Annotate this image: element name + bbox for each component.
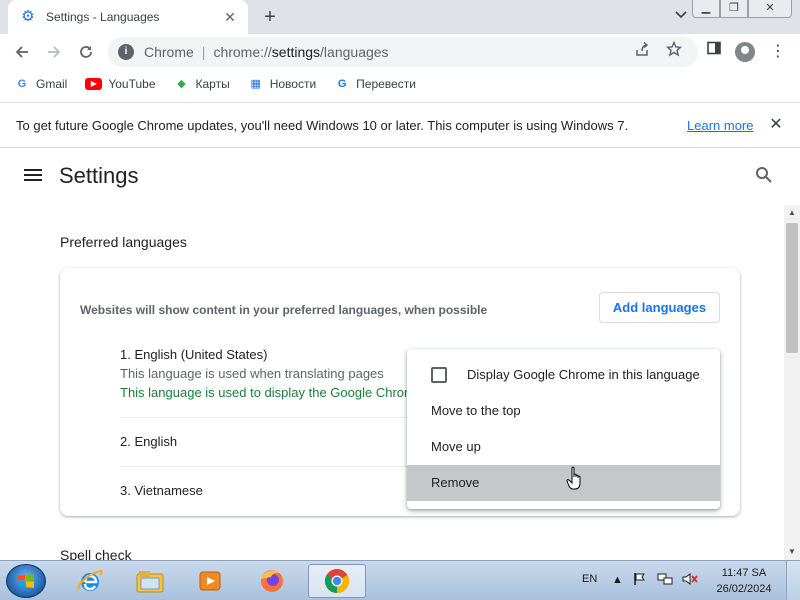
internet-explorer-icon[interactable] xyxy=(64,564,116,598)
tab-strip: ⚙ Settings - Languages ✕ + ▁ ❐ ✕ xyxy=(0,0,800,34)
language-item-english: 2. English xyxy=(120,434,177,449)
bookmark-gmail[interactable]: G Gmail xyxy=(14,76,68,92)
page-scrollbar[interactable]: ▲ ▼ xyxy=(784,205,800,560)
bookmark-youtube[interactable]: ▶ YouTube xyxy=(85,77,156,91)
menu-item-label: Display Google Chrome in this language xyxy=(467,367,700,382)
window-close-button[interactable]: ✕ xyxy=(748,0,792,18)
omnibox-separator: | xyxy=(201,44,206,60)
back-button[interactable] xyxy=(7,37,37,67)
chrome-taskbar-icon[interactable] xyxy=(308,564,366,598)
input-language-indicator[interactable]: EN xyxy=(582,573,597,585)
kebab-menu-icon[interactable]: ⋮ xyxy=(766,40,790,64)
action-center-flag-icon[interactable] xyxy=(633,572,647,589)
tab-search-chevron-icon[interactable] xyxy=(672,9,690,27)
windows-taskbar: EN ▲ 11:47 SA 26/02/2024 xyxy=(0,560,800,600)
scroll-thumb[interactable] xyxy=(786,223,798,353)
bookmarks-bar: G Gmail ▶ YouTube ◆ Карты ▦ Новости G Пе… xyxy=(0,70,800,98)
language-name: 1. English (United States) xyxy=(120,347,268,362)
maps-icon: ◆ xyxy=(177,78,186,90)
add-languages-button[interactable]: Add languages xyxy=(599,292,720,323)
google-icon: G xyxy=(17,78,27,90)
youtube-icon: ▶ xyxy=(85,78,103,90)
show-hidden-icons-icon[interactable]: ▲ xyxy=(612,574,623,586)
update-infobar: To get future Google Chrome updates, you… xyxy=(0,102,800,148)
tab-settings-languages[interactable]: ⚙ Settings - Languages ✕ xyxy=(8,0,248,34)
bookmark-maps[interactable]: ◆ Карты xyxy=(174,76,230,92)
file-explorer-icon[interactable] xyxy=(124,564,176,598)
system-clock[interactable]: 11:47 SA 26/02/2024 xyxy=(712,565,776,597)
minimize-button[interactable]: ▁ xyxy=(692,0,720,18)
clock-time: 11:47 SA xyxy=(721,567,767,579)
firefox-icon[interactable] xyxy=(246,564,298,598)
language-item-vietnamese: 3. Vietnamese xyxy=(120,483,203,498)
network-icon[interactable] xyxy=(657,572,673,589)
section-title: Preferred languages xyxy=(60,234,187,250)
language-ui-note: This language is used to display the Goo… xyxy=(120,385,439,400)
infobar-message: To get future Google Chrome updates, you… xyxy=(16,117,629,133)
forward-button[interactable] xyxy=(39,37,69,67)
language-item-english-us: 1. English (United States) This language… xyxy=(120,347,439,400)
news-icon: ▦ xyxy=(250,78,261,90)
language-context-menu: Display Google Chrome in this language M… xyxy=(407,349,720,509)
translate-icon: G xyxy=(337,78,347,90)
bookmark-translate[interactable]: G Перевести xyxy=(334,76,416,92)
chrome-site-icon[interactable]: i xyxy=(118,44,134,60)
language-name: 2. English xyxy=(120,434,178,449)
bookmark-label: Перевести xyxy=(356,77,416,91)
bookmark-label: Новости xyxy=(269,77,317,91)
page-title: Settings xyxy=(59,163,139,188)
bookmark-label: YouTube xyxy=(108,77,156,91)
hand-cursor-icon xyxy=(566,466,586,492)
bookmark-label: Gmail xyxy=(36,77,68,91)
menu-item-label: Move up xyxy=(431,439,481,454)
search-icon[interactable] xyxy=(755,166,775,186)
window-controls: ▁ ❐ ✕ xyxy=(692,0,792,18)
infobar-close-icon[interactable]: ✕ xyxy=(766,115,786,135)
gear-icon: ⚙ xyxy=(21,8,35,25)
show-desktop-button[interactable] xyxy=(786,561,800,600)
checkbox[interactable] xyxy=(431,366,447,383)
bookmark-star-icon[interactable] xyxy=(665,40,683,59)
toolbar: i Chrome | chrome://settings/languages ⋮ xyxy=(0,34,800,70)
url-path: /languages xyxy=(320,44,389,60)
menu-item-move-up[interactable]: Move up xyxy=(407,429,720,465)
media-player-icon[interactable] xyxy=(184,564,236,598)
scroll-down-arrow-icon[interactable]: ▼ xyxy=(784,544,800,560)
bookmark-label: Карты xyxy=(195,77,230,91)
language-name: 3. Vietnamese xyxy=(120,483,203,498)
profile-avatar-icon[interactable] xyxy=(735,42,755,62)
address-bar[interactable]: i Chrome | chrome://settings/languages xyxy=(108,37,698,67)
bookmark-news[interactable]: ▦ Новости xyxy=(248,76,317,92)
new-tab-button[interactable]: + xyxy=(259,6,281,28)
start-button[interactable] xyxy=(6,564,46,598)
menu-item-display-in-language[interactable]: Display Google Chrome in this language xyxy=(407,357,720,393)
windows-logo-icon xyxy=(18,574,34,588)
share-icon[interactable] xyxy=(633,41,651,59)
menu-item-move-to-top[interactable]: Move to the top xyxy=(407,393,720,429)
language-note: This language is used when translating p… xyxy=(120,366,384,381)
url-host: settings xyxy=(271,44,321,60)
menu-item-label: Move to the top xyxy=(431,403,521,418)
omnibox-url: chrome://settings/languages xyxy=(213,44,388,60)
restore-button[interactable]: ❐ xyxy=(720,0,748,18)
side-panel-icon[interactable] xyxy=(702,40,726,64)
clock-date: 26/02/2024 xyxy=(716,583,772,595)
menu-item-label: Remove xyxy=(431,475,480,490)
card-description: Websites will show content in your prefe… xyxy=(80,303,488,317)
volume-muted-icon[interactable] xyxy=(682,572,698,589)
learn-more-link[interactable]: Learn more xyxy=(687,118,753,133)
scroll-up-arrow-icon[interactable]: ▲ xyxy=(784,205,800,221)
reload-button[interactable] xyxy=(71,37,101,67)
tab-close-icon[interactable]: ✕ xyxy=(220,7,240,27)
menu-hamburger-icon[interactable] xyxy=(24,166,44,186)
tab-title: Settings - Languages xyxy=(46,10,160,24)
menu-item-remove[interactable]: Remove xyxy=(407,465,720,501)
url-prefix: chrome:// xyxy=(213,44,272,60)
omnibox-origin: Chrome xyxy=(144,44,194,60)
